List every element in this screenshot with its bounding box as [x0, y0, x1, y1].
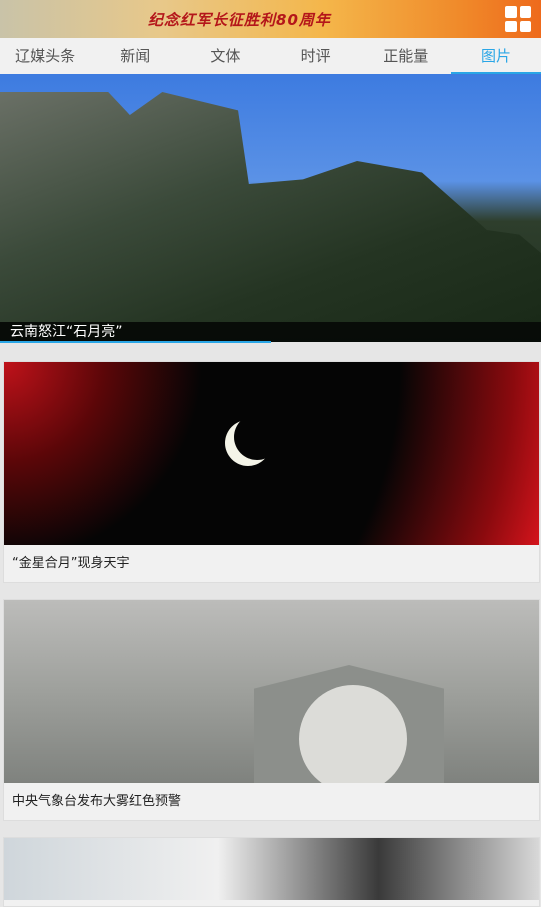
arch-shape: [299, 685, 407, 783]
banner-title: 纪念红军长征胜利80周年: [148, 11, 331, 29]
photo-card[interactable]: [3, 837, 540, 907]
top-banner[interactable]: 纪念红军长征胜利80周年: [0, 0, 541, 38]
carousel-progress: [0, 341, 271, 343]
hero-image: [0, 92, 541, 322]
photo-card[interactable]: 中央气象台发布大雾红色预警: [3, 599, 540, 821]
tab-news[interactable]: 新闻: [90, 38, 180, 74]
photo-caption: 中央气象台发布大雾红色预警: [12, 794, 182, 809]
photo-image: [4, 600, 539, 783]
moon-shape: [234, 414, 280, 460]
tab-culture-sports[interactable]: 文体: [180, 38, 270, 74]
photo-caption: “金星合月”现身天宇: [12, 556, 130, 571]
tab-positive-energy[interactable]: 正能量: [361, 38, 451, 74]
tab-pictures[interactable]: 图片: [450, 38, 541, 74]
photo-image: [4, 838, 539, 900]
hero-carousel[interactable]: 云南怒江“石月亮”: [0, 74, 541, 342]
tab-commentary[interactable]: 时评: [271, 38, 361, 74]
category-tabs: 辽媒头条 新闻 文体 时评 正能量 图片: [0, 38, 541, 74]
grid-icon[interactable]: [505, 6, 531, 32]
photo-card[interactable]: “金星合月”现身天宇: [3, 361, 540, 583]
hero-caption: 云南怒江“石月亮”: [0, 322, 541, 342]
photo-image: [4, 362, 539, 545]
tab-headlines[interactable]: 辽媒头条: [0, 38, 90, 74]
